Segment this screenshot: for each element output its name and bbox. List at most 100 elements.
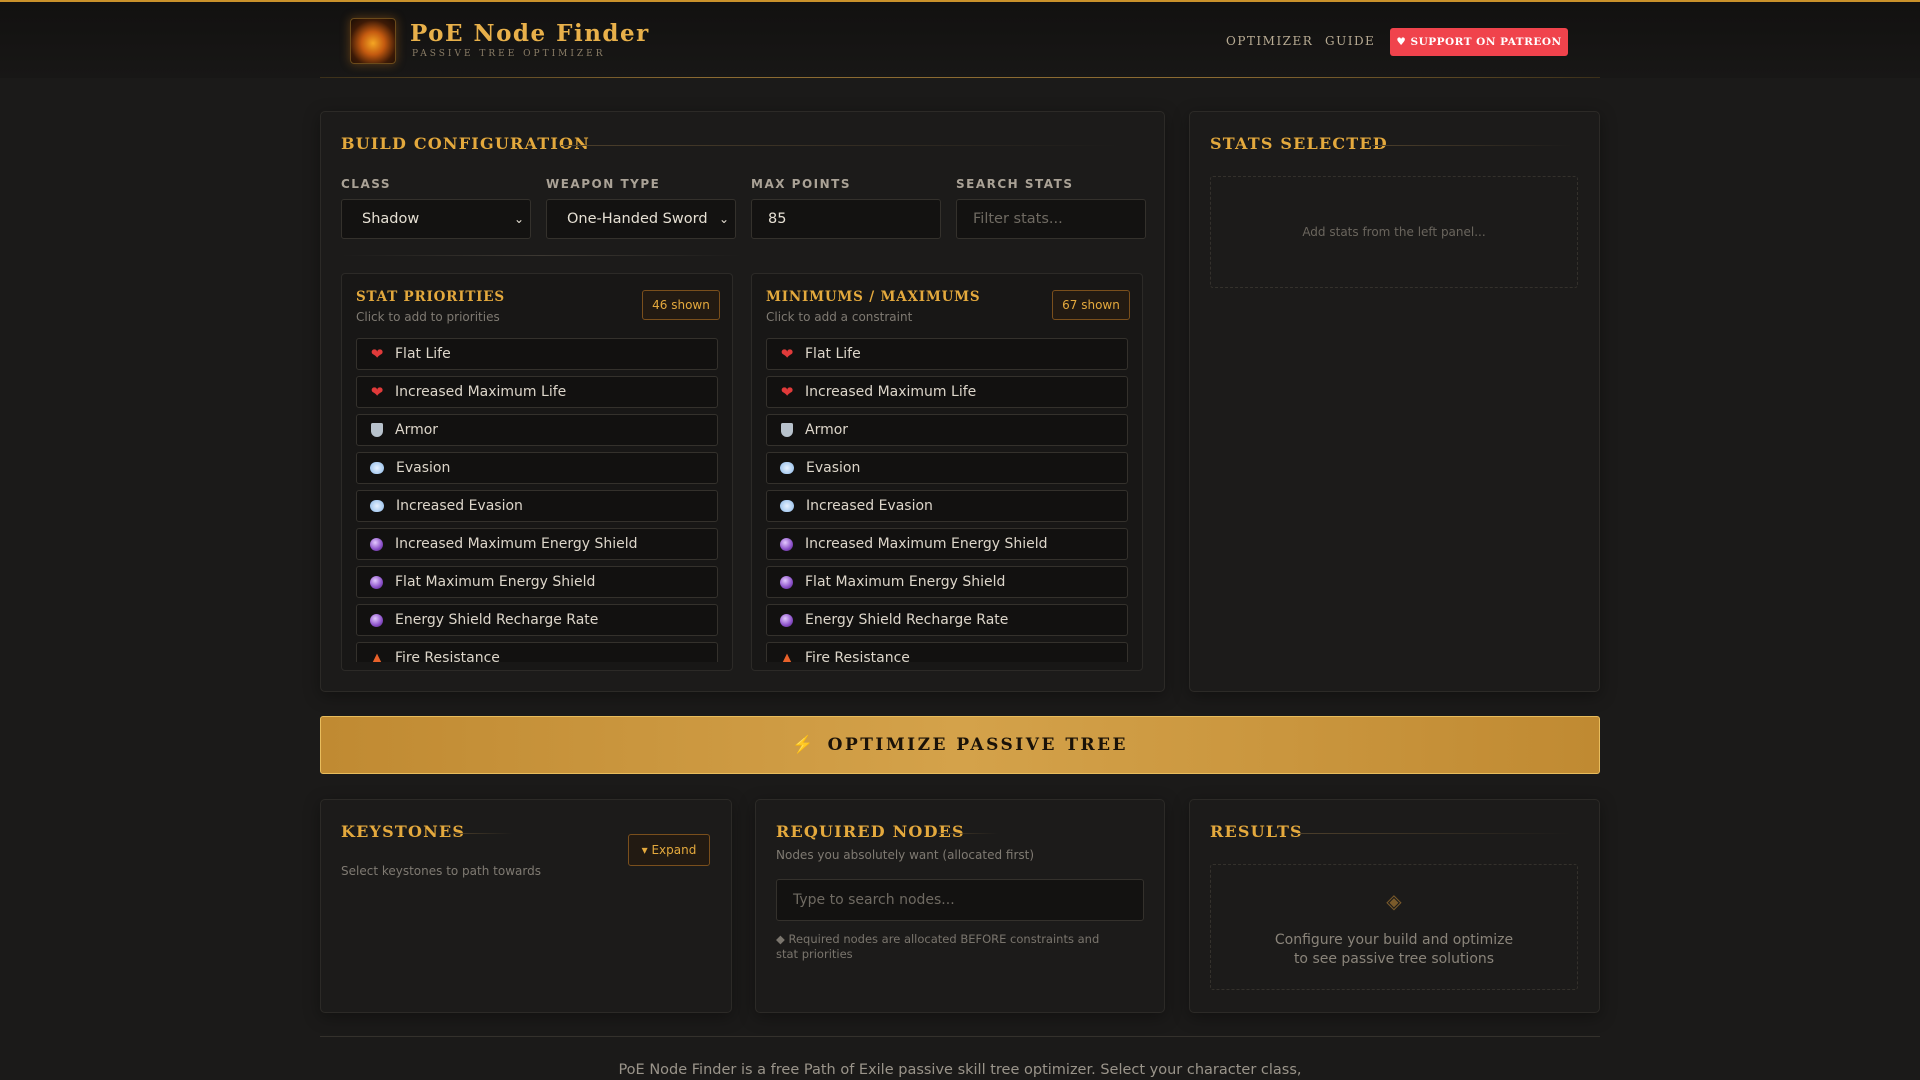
stat-list-item-label: Fire Resistance (805, 650, 910, 662)
priorities-count-badge: 46 shown (642, 290, 720, 320)
stat-list-item[interactable]: ▲ Fire Resistance (356, 642, 718, 662)
class-select-value: Shadow (362, 211, 420, 227)
constraints-count-badge: 67 shown (1052, 290, 1130, 320)
stat-list-item-label: Flat Maximum Energy Shield (395, 574, 596, 590)
results-panel: RESULTS ◈ Configure your build and optim… (1189, 799, 1600, 1013)
heart-icon: ❤ (370, 345, 384, 363)
stat-list-item-label: Flat Maximum Energy Shield (805, 574, 1006, 590)
shield-icon (781, 423, 793, 437)
crystal-ball-icon (370, 575, 383, 589)
weapon-type-select-value: One-Handed Sword (567, 211, 708, 227)
crystal-ball-icon (370, 537, 383, 551)
stat-list-item-label: Energy Shield Recharge Rate (805, 612, 1009, 628)
stat-list-item-label: Evasion (396, 460, 451, 476)
weapon-type-label: WEAPON TYPE (546, 177, 661, 191)
stat-list-item[interactable]: ▲ Fire Resistance (766, 642, 1128, 662)
crystal-ball-icon (780, 575, 793, 589)
wind-icon (370, 500, 384, 512)
stat-priorities-hint: Click to add to priorities (356, 310, 500, 324)
stat-priorities-list: ❤ Flat Life ❤ Increased Maximum Life Armor Ev… (356, 338, 718, 662)
constraints-hint: Click to add a constraint (766, 310, 913, 324)
stat-list-item[interactable]: Flat Maximum Energy Shield (766, 566, 1128, 598)
constraints-title: MINIMUMS / MAXIMUMS (766, 289, 981, 305)
stats-selected-dropzone: Add stats from the left panel... (1210, 176, 1578, 288)
wind-icon (780, 462, 794, 474)
wind-icon (370, 462, 384, 474)
stat-list-item[interactable]: Increased Maximum Energy Shield (356, 528, 718, 560)
class-select[interactable]: Shadow ⌄ (341, 199, 531, 239)
stat-list-item[interactable]: Increased Maximum Energy Shield (766, 528, 1128, 560)
stat-list-item[interactable]: ❤ Flat Life (766, 338, 1128, 370)
optimize-button-label: OPTIMIZE PASSIVE TREE (827, 735, 1129, 755)
required-nodes-search-input[interactable]: Type to search nodes... (776, 879, 1144, 921)
stat-list-item[interactable]: Increased Evasion (356, 490, 718, 522)
optimize-passive-tree-button[interactable]: ⚡ OPTIMIZE PASSIVE TREE (320, 716, 1600, 774)
search-stats-input[interactable]: Filter stats... (956, 199, 1146, 239)
stats-selected-panel: STATS SELECTED Add stats from the left p… (1189, 111, 1600, 692)
search-stats-placeholder: Filter stats... (973, 211, 1063, 227)
stat-list-item-label: Increased Evasion (806, 498, 933, 514)
site-title[interactable]: PoE Node Finder (410, 20, 650, 47)
stat-list-item-label: Increased Maximum Life (395, 384, 567, 400)
max-points-value: 85 (768, 211, 787, 227)
crystal-ball-icon (780, 537, 793, 551)
stat-list-item[interactable]: Evasion (356, 452, 718, 484)
weapon-type-select[interactable]: One-Handed Sword ⌄ (546, 199, 736, 239)
constraints-panel: MINIMUMS / MAXIMUMS Click to add a const… (751, 273, 1143, 671)
footer-description: PoE Node Finder is a free Path of Exile … (618, 1062, 1302, 1078)
class-label: CLASS (341, 177, 391, 191)
crystal-ball-icon (370, 613, 383, 627)
stat-list-item-label: Flat Life (395, 346, 451, 362)
heart-icon: ❤ (780, 383, 794, 401)
title-divider (453, 833, 513, 834)
stat-list-item-label: Energy Shield Recharge Rate (395, 612, 599, 628)
lightning-bolt-icon: ⚡ (791, 735, 816, 755)
results-empty-line-2: to see passive tree solutions (1293, 951, 1495, 967)
results-title: RESULTS (1210, 822, 1303, 841)
stat-list-item[interactable]: Flat Maximum Energy Shield (356, 566, 718, 598)
title-divider (1372, 145, 1572, 146)
stat-list-item[interactable]: Increased Evasion (766, 490, 1128, 522)
stat-list-item[interactable]: ❤ Increased Maximum Life (766, 376, 1128, 408)
stat-list-item[interactable]: Evasion (766, 452, 1128, 484)
nav-guide-link[interactable]: GUIDE (1325, 34, 1375, 48)
stat-list-item-label: Fire Resistance (395, 650, 500, 662)
fire-icon: ▲ (782, 650, 792, 663)
support-patreon-button[interactable]: ♥ SUPPORT ON PATREON (1390, 28, 1568, 56)
stat-list-item-label: Armor (805, 422, 849, 438)
heart-icon: ❤ (780, 345, 794, 363)
keystones-expand-button[interactable]: ▾ Expand (628, 834, 710, 866)
nav-optimizer-link[interactable]: OPTIMIZER (1226, 34, 1313, 48)
required-nodes-hint: Nodes you absolutely want (allocated fir… (776, 848, 1035, 862)
keystones-title: KEYSTONES (341, 822, 466, 841)
diamond-icon: ◈ (1386, 889, 1402, 913)
stat-list-item[interactable]: Energy Shield Recharge Rate (356, 604, 718, 636)
constraints-list: ❤ Flat Life ❤ Increased Maximum Life Armor Ev… (766, 338, 1128, 662)
stat-list-item[interactable]: Energy Shield Recharge Rate (766, 604, 1128, 636)
flaming-hand-logo-icon[interactable] (350, 18, 396, 64)
stat-list-item[interactable]: Armor (766, 414, 1128, 446)
stat-list-item-label: Armor (395, 422, 439, 438)
stat-priorities-panel: STAT PRIORITIES Click to add to prioriti… (341, 273, 733, 671)
keystones-panel: KEYSTONES Select keystones to path towar… (320, 799, 732, 1013)
wind-icon (780, 500, 794, 512)
stat-list-item[interactable]: Armor (356, 414, 718, 446)
build-configuration-title: BUILD CONFIGURATION (341, 134, 591, 153)
results-empty-line-1: Configure your build and optimize (1274, 932, 1514, 948)
build-configuration-panel: BUILD CONFIGURATION CLASS Shadow ⌄ WEAPO… (320, 111, 1165, 692)
stats-selected-title: STATS SELECTED (1210, 134, 1388, 153)
stat-list-item-label: Evasion (806, 460, 861, 476)
title-divider (561, 145, 1121, 146)
required-nodes-panel: REQUIRED NODES Nodes you absolutely want… (755, 799, 1165, 1013)
results-placeholder-box: ◈ Configure your build and optimize to s… (1210, 864, 1578, 990)
title-divider (1298, 833, 1572, 834)
max-points-input[interactable]: 85 (751, 199, 941, 239)
crystal-ball-icon (780, 613, 793, 627)
chevron-down-icon: ⌄ (513, 212, 524, 226)
stat-list-item[interactable]: ❤ Increased Maximum Life (356, 376, 718, 408)
stat-list-item[interactable]: ❤ Flat Life (356, 338, 718, 370)
keystones-hint: Select keystones to path towards (341, 864, 541, 878)
header-divider (320, 77, 1600, 78)
shield-icon (371, 423, 383, 437)
required-nodes-note: ◆ Required nodes are allocated BEFORE co… (776, 932, 1100, 961)
